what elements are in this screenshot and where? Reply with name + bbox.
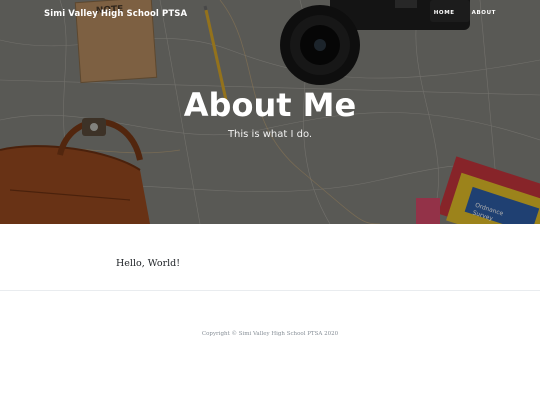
site-brand-link[interactable]: Simi Valley High School PTSA [44, 9, 187, 19]
body-text: Hello, World! [116, 258, 181, 269]
page-subtitle: This is what I do. [227, 129, 313, 140]
masthead: NOTE Ordnance Survey Simi Valley High Sc… [0, 0, 540, 224]
nav-item-home[interactable]: HOME [434, 10, 455, 16]
copyright-text: Copyright © Simi Valley High School PTSA… [201, 331, 339, 337]
footer-divider [0, 290, 540, 291]
nav-item-about[interactable]: ABOUT [472, 10, 496, 16]
page-title: About Me [183, 86, 357, 124]
main-nav: HOME ABOUT [434, 10, 496, 16]
